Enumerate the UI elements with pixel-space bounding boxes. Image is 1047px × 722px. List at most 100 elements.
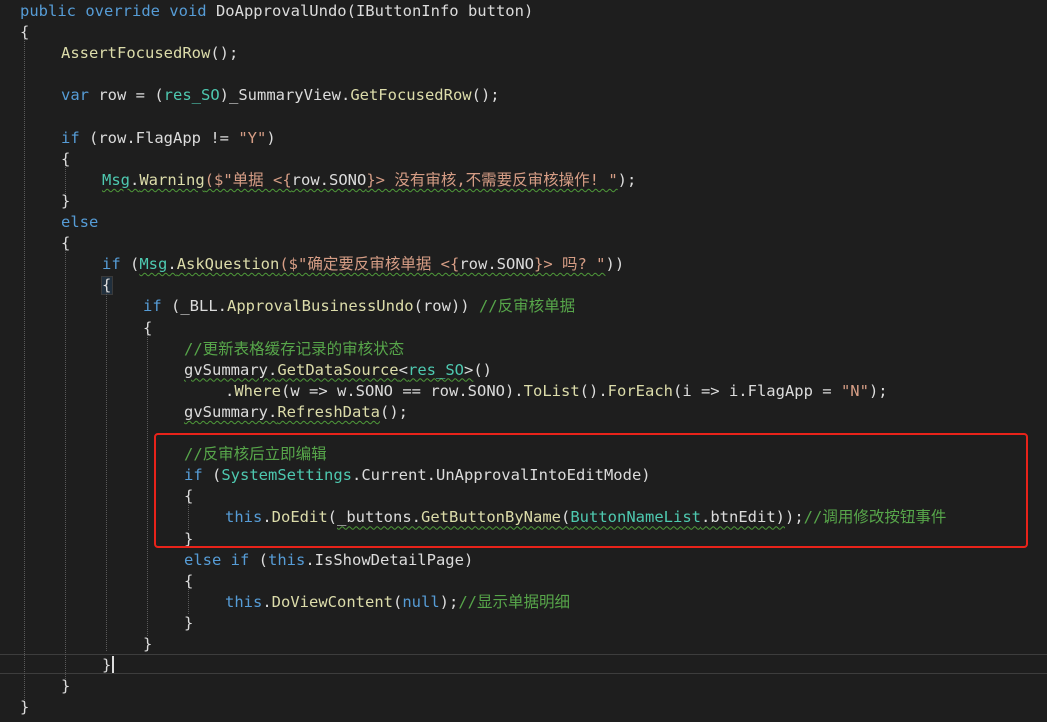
code-token: (); (379, 402, 408, 421)
code-line[interactable]: public override void DoApprovalUndo(IBut… (0, 1, 1047, 22)
code-line[interactable]: { (0, 318, 1047, 339)
code-token: .IsShowDetailPage) (305, 550, 474, 569)
code-line[interactable]: } (0, 191, 1047, 212)
code-token: Msg (139, 255, 168, 274)
code-line[interactable]: var row = (res_SO)_SummaryView.GetFocuse… (0, 85, 1047, 106)
code-token: "Y" (238, 128, 267, 147)
code-token: ( (258, 550, 268, 569)
code-token: } (102, 656, 112, 675)
code-token: (). (579, 381, 608, 400)
code-token: () (473, 360, 493, 379)
code-token: res_SO (163, 86, 220, 105)
code-line[interactable]: { (0, 233, 1047, 254)
code-token: GetFocusedRow (350, 86, 472, 105)
code-line[interactable]: { (0, 275, 1047, 296)
code-token: row.SONO (291, 170, 367, 189)
code-token: > (464, 360, 474, 379)
code-token: else if (184, 550, 259, 569)
code-token: } (143, 635, 153, 653)
code-token: //更新表格缓存记录的审核状态 (184, 339, 405, 358)
code-token: ); (439, 592, 459, 611)
code-token: (w => w.SONO == row.SONO). (281, 381, 524, 400)
code-token: gvSummary. (184, 360, 278, 379)
code-token: ($"确定要反审核单据 <{ (279, 255, 460, 274)
code-token: ApprovalBusinessUndo (227, 297, 414, 316)
code-line[interactable]: //更新表格缓存记录的审核状态 (0, 339, 1047, 360)
code-token: ( (393, 592, 403, 611)
code-token: Where (234, 381, 282, 400)
code-token: //反审核单据 (478, 297, 576, 316)
code-token: DoViewContent (271, 592, 393, 611)
code-line[interactable]: } (0, 697, 1047, 718)
code-token: ( (346, 2, 356, 20)
code-token: res_SO (408, 360, 464, 379)
code-token: ToList (523, 381, 580, 400)
code-token: (_BLL. (171, 297, 227, 316)
code-token: gvSummary. (184, 402, 278, 421)
code-token: } (61, 677, 71, 696)
code-token: row.SONO (459, 255, 534, 274)
code-token: { (102, 276, 112, 295)
code-editor[interactable]: public override void DoApprovalUndo(IBut… (0, 0, 1047, 722)
code-token: } (184, 613, 194, 632)
code-token: var (61, 86, 99, 105)
code-token: { (184, 571, 194, 590)
code-token: < (398, 360, 408, 379)
code-token: if (61, 128, 89, 147)
code-token: null (402, 592, 440, 611)
code-line[interactable]: gvSummary.RefreshData(); (0, 402, 1047, 423)
code-token: row = ( (98, 86, 164, 105)
code-token: ($"单据 <{ (204, 170, 292, 189)
code-token: RefreshData (277, 402, 380, 421)
text-cursor (112, 656, 114, 673)
code-token: ) (523, 2, 534, 20)
code-line[interactable]: { (0, 22, 1047, 43)
code-token: } (20, 698, 30, 717)
code-line[interactable]: Msg.Warning($"单据 <{row.SONO}> 没有审核,不需要反审… (0, 170, 1047, 191)
code-line[interactable]: { (0, 149, 1047, 170)
code-token: { (20, 23, 30, 42)
code-token: . (225, 381, 235, 400)
code-line[interactable]: if (row.FlagApp != "Y") (0, 128, 1047, 149)
code-line[interactable]: .Where(w => w.SONO == row.SONO).ToList()… (0, 381, 1047, 402)
code-token: AssertFocusedRow (61, 44, 211, 63)
code-token: (row)) (413, 297, 479, 316)
code-token: { (143, 318, 153, 337)
code-token: )) (605, 255, 625, 274)
code-line[interactable]: } (0, 613, 1047, 634)
code-token: AskQuestion (176, 255, 280, 274)
code-token: ); (868, 381, 888, 400)
code-line[interactable]: else (0, 212, 1047, 233)
code-token: (); (471, 86, 500, 105)
code-token: { (61, 234, 71, 253)
annotation-highlight-box (154, 433, 1028, 548)
code-line[interactable] (0, 64, 1047, 85)
code-token: if (102, 255, 130, 274)
code-token: this (268, 550, 306, 569)
code-token: ); (617, 170, 637, 189)
code-line[interactable]: } (0, 655, 1047, 676)
code-line[interactable]: this.DoViewContent(null);//显示单据明细 (0, 592, 1047, 613)
code-token: ) (266, 128, 276, 147)
code-token: GetDataSource (277, 360, 399, 379)
code-line[interactable]: else if (this.IsShowDetailPage) (0, 550, 1047, 571)
code-line[interactable]: } (0, 676, 1047, 697)
code-token: public override void (20, 2, 216, 20)
code-token: else (61, 213, 99, 231)
code-line[interactable]: if (_BLL.ApprovalBusinessUndo(row)) //反审… (0, 296, 1047, 317)
code-line[interactable] (0, 107, 1047, 128)
code-line[interactable]: if (Msg.AskQuestion($"确定要反审核单据 <{row.SON… (0, 254, 1047, 275)
code-token: (i => i.FlagApp = (672, 381, 841, 400)
code-token: Warning (139, 170, 205, 189)
code-token: ForEach (607, 381, 673, 400)
code-line[interactable]: AssertFocusedRow(); (0, 43, 1047, 64)
code-line[interactable]: gvSummary.GetDataSource<res_SO>() (0, 360, 1047, 381)
code-line[interactable]: { (0, 571, 1047, 592)
code-line[interactable]: } (0, 634, 1047, 655)
code-token: (); (210, 44, 239, 63)
code-token: } (61, 191, 71, 210)
code-token: this (225, 592, 263, 611)
code-token: . (167, 255, 177, 274)
code-token: }> 没有审核,不需要反审核操作! " (366, 170, 618, 189)
code-token: DoApprovalUndo (215, 2, 347, 20)
